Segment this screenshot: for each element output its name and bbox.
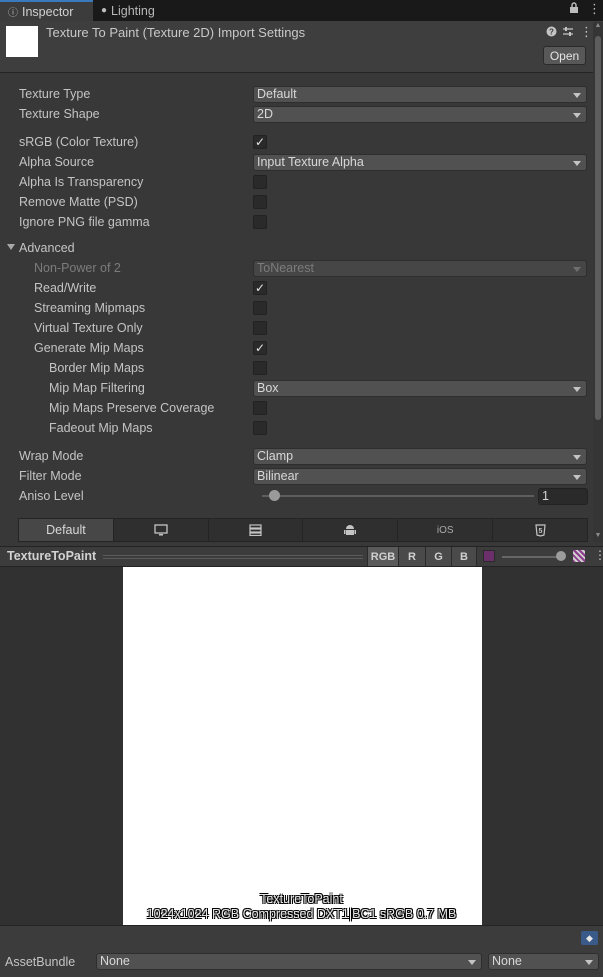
platform-tab-android[interactable]	[303, 519, 399, 541]
tab-inspector[interactable]: ⓘ Inspector	[0, 0, 93, 21]
wrap-mode-label: Wrap Mode	[19, 449, 84, 463]
aniso-level-field[interactable]: 1	[538, 488, 588, 505]
mip-level-slider-handle[interactable]	[556, 551, 566, 561]
server-icon	[249, 524, 262, 536]
asset-bundle-variant-dropdown[interactable]: None	[488, 953, 599, 970]
mip-level-slider-track[interactable]	[502, 556, 564, 558]
non-power-of-2-label: Non-Power of 2	[34, 261, 121, 275]
svg-text:5: 5	[538, 528, 542, 535]
bulb-icon: ●	[101, 5, 108, 16]
texture-type-dropdown[interactable]: Default	[253, 86, 587, 103]
alpha-source-dropdown[interactable]: Input Texture Alpha	[253, 154, 587, 171]
platform-tab-default-label: Default	[46, 523, 86, 537]
remove-matte-label: Remove Matte (PSD)	[19, 195, 138, 209]
info-icon: ⓘ	[8, 8, 18, 19]
mip-map-filtering-label: Mip Map Filtering	[49, 381, 145, 395]
scroll-up-arrow-icon[interactable]: ▲	[593, 22, 603, 32]
fadeout-mip-maps-label: Fadeout Mip Maps	[49, 421, 153, 435]
alpha-channel-icon[interactable]	[483, 550, 495, 562]
aniso-level-label: Aniso Level	[19, 489, 84, 503]
html5-icon: 5	[534, 523, 546, 537]
tab-lighting-label: Lighting	[111, 3, 155, 18]
header-title: Texture To Paint (Texture 2D) Import Set…	[46, 25, 306, 40]
asset-bundle-label: AssetBundle	[5, 955, 76, 969]
tab-menu-kebab-icon[interactable]: ⋮	[588, 1, 601, 17]
advanced-foldout-arrow-icon[interactable]	[7, 244, 15, 250]
scroll-down-arrow-icon[interactable]: ▼	[593, 532, 603, 542]
border-mip-maps-checkbox[interactable]	[253, 361, 267, 375]
platform-tab-server[interactable]	[209, 519, 304, 541]
alpha-source-label: Alpha Source	[19, 155, 95, 169]
alpha-transparency-label: Alpha Is Transparency	[19, 175, 144, 189]
inspector-scrollbar-thumb[interactable]	[595, 36, 601, 420]
ignore-png-gamma-checkbox[interactable]	[253, 215, 267, 229]
wrap-mode-dropdown[interactable]: Clamp	[253, 448, 587, 465]
checker-background-icon[interactable]	[573, 550, 585, 562]
preview-overlay-name: TextureToPaint	[260, 892, 343, 906]
ignore-png-gamma-label: Ignore PNG file gamma	[19, 215, 150, 229]
platform-tab-ios-label: iOS	[436, 524, 454, 536]
mip-maps-preserve-coverage-label: Mip Maps Preserve Coverage	[49, 401, 215, 415]
platform-tab-ios[interactable]: iOS	[398, 519, 494, 541]
read-write-checkbox[interactable]: ✓	[253, 281, 267, 295]
help-icon[interactable]: ?	[546, 26, 557, 40]
tab-lighting[interactable]: ● Lighting	[93, 0, 183, 21]
aniso-level-slider-handle[interactable]	[269, 490, 280, 501]
preview-kebab-icon[interactable]: ⋮	[594, 548, 603, 562]
asset-bundle-name-dropdown[interactable]: None	[96, 953, 482, 970]
preset-icon[interactable]	[562, 26, 574, 40]
non-power-of-2-dropdown: ToNearest	[253, 260, 587, 277]
channel-r-button[interactable]: R	[398, 547, 425, 566]
android-icon	[344, 524, 357, 535]
streaming-mipmaps-label: Streaming Mipmaps	[34, 301, 146, 315]
aniso-level-slider-track[interactable]	[262, 495, 534, 497]
generate-mip-maps-checkbox[interactable]: ✓	[253, 341, 267, 355]
texture-shape-label: Texture Shape	[19, 107, 100, 121]
filter-mode-dropdown[interactable]: Bilinear	[253, 468, 587, 485]
streaming-mipmaps-checkbox[interactable]	[253, 301, 267, 315]
platform-tab-bar: Default iOS 5	[18, 518, 588, 542]
remove-matte-checkbox[interactable]	[253, 195, 267, 209]
alpha-transparency-checkbox[interactable]	[253, 175, 267, 189]
channel-g-button[interactable]: G	[425, 547, 451, 566]
platform-tab-standalone[interactable]	[114, 519, 209, 541]
texture-thumbnail	[6, 26, 38, 57]
channel-b-button[interactable]: B	[451, 547, 477, 566]
fadeout-mip-maps-checkbox[interactable]	[253, 421, 267, 435]
tag-icon[interactable]: ◆	[581, 931, 598, 945]
virtual-texture-only-checkbox[interactable]	[253, 321, 267, 335]
srgb-label: sRGB (Color Texture)	[19, 135, 139, 149]
texture-type-label: Texture Type	[19, 87, 91, 101]
border-mip-maps-label: Border Mip Maps	[49, 361, 145, 375]
advanced-foldout-label[interactable]: Advanced	[19, 241, 75, 255]
svg-text:?: ?	[549, 28, 554, 37]
mip-map-filtering-dropdown[interactable]: Box	[253, 380, 587, 397]
header-kebab-icon[interactable]: ⋮	[580, 24, 593, 40]
platform-tab-default[interactable]: Default	[19, 519, 114, 541]
generate-mip-maps-label: Generate Mip Maps	[34, 341, 144, 355]
mip-maps-preserve-coverage-checkbox[interactable]	[253, 401, 267, 415]
srgb-checkbox[interactable]: ✓	[253, 135, 267, 149]
open-button[interactable]: Open	[543, 46, 586, 65]
filter-mode-label: Filter Mode	[19, 469, 82, 483]
lock-icon[interactable]	[569, 2, 579, 16]
preview-title: TextureToPaint	[7, 549, 97, 563]
texture-preview-image	[123, 567, 482, 925]
platform-tab-webgl[interactable]: 5	[493, 519, 587, 541]
read-write-label: Read/Write	[34, 281, 97, 295]
preview-resize-grip[interactable]	[103, 555, 363, 559]
virtual-texture-only-label: Virtual Texture Only	[34, 321, 143, 335]
preview-overlay-info: 1024x1024 RGB Compressed DXT1|BC1 sRGB 0…	[146, 907, 457, 921]
tab-inspector-label: Inspector	[22, 4, 74, 19]
channel-rgb-button[interactable]: RGB	[367, 547, 398, 566]
texture-shape-dropdown[interactable]: 2D	[253, 106, 587, 123]
monitor-icon	[154, 524, 168, 536]
